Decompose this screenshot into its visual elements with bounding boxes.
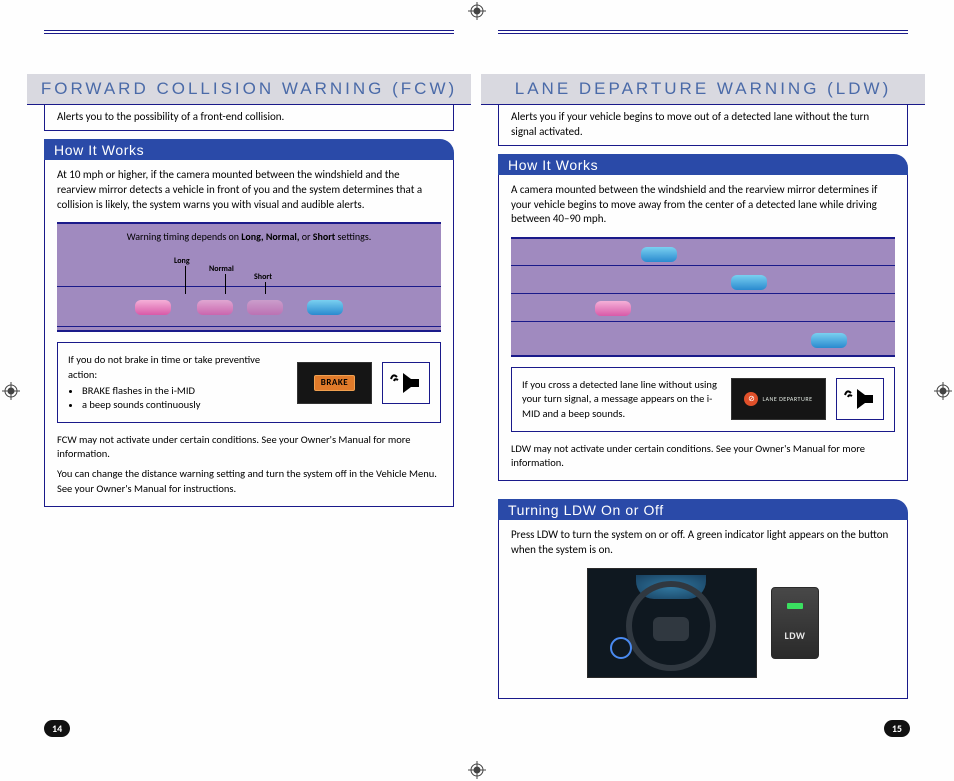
list-item: BRAKE flashes in the i-MID: [82, 384, 287, 398]
page-intro: Alerts you to the possibility of a front…: [45, 105, 453, 130]
timing-short-label: Short: [254, 272, 272, 283]
timing-tick: [265, 282, 266, 294]
car-icon: [731, 275, 767, 290]
alert-row: If you do not brake in time or take prev…: [57, 342, 441, 423]
top-rule: [44, 30, 454, 34]
alert-row: If you cross a detected lane line withou…: [511, 367, 895, 432]
lane-departure-icon: ⊘: [744, 392, 758, 406]
car-icon: [247, 300, 283, 315]
registration-mark-icon: [468, 761, 486, 779]
alert-text: If you do not brake in time or take prev…: [68, 353, 287, 412]
ldw-button: LDW: [771, 587, 819, 659]
note-text: FCW may not activate under certain condi…: [57, 433, 441, 461]
registration-mark-icon: [934, 382, 952, 400]
sound-icon: [382, 362, 430, 404]
car-icon: [595, 301, 631, 316]
dashboard-row: LDW: [511, 558, 895, 688]
list-item: a beep sounds continuously: [82, 398, 287, 412]
diagram-caption: Warning timing depends on Long, Normal, …: [57, 230, 441, 244]
dashboard-photo: [587, 568, 757, 678]
section-body: A camera mounted between the windshield …: [498, 175, 908, 481]
page-left: FORWARD COLLISION WARNING (FCW) Alerts y…: [44, 30, 454, 717]
timing-tick: [185, 266, 186, 294]
section-body: At 10 mph or higher, if the camera mount…: [44, 160, 454, 507]
page-right: LANE DEPARTURE WARNING (LDW) Alerts you …: [498, 30, 908, 717]
page-number: 15: [884, 720, 910, 737]
section-body: Press LDW to turn the system on or off. …: [498, 520, 908, 699]
ldw-diagram: [511, 237, 895, 357]
car-icon: [811, 333, 847, 348]
registration-mark-icon: [2, 382, 20, 400]
car-icon: [307, 300, 343, 315]
sound-icon: [836, 378, 884, 420]
note-text: You can change the distance warning sett…: [57, 467, 441, 495]
car-icon: [135, 300, 171, 315]
led-indicator-icon: [787, 603, 803, 609]
registration-mark-icon: [468, 2, 486, 20]
timing-tick: [225, 274, 226, 294]
lane-departure-display: ⊘ LANE DEPARTURE: [731, 378, 826, 420]
timing-normal-label: Normal: [209, 264, 234, 275]
page-title: LANE DEPARTURE WARNING (LDW): [481, 74, 925, 105]
page-title: FORWARD COLLISION WARNING (FCW): [27, 74, 471, 105]
fcw-diagram: Warning timing depends on Long, Normal, …: [57, 222, 441, 332]
section-text: Press LDW to turn the system on or off. …: [511, 528, 895, 558]
ldw-button-label: LDW: [785, 629, 806, 643]
note-text: LDW may not activate under certain condi…: [511, 442, 895, 470]
lane-departure-label: LANE DEPARTURE: [762, 395, 812, 403]
car-icon: [197, 300, 233, 315]
section-text: At 10 mph or higher, if the camera mount…: [57, 168, 441, 213]
section-header: How It Works: [498, 154, 908, 175]
section-header: How It Works: [44, 139, 454, 160]
section-header: Turning LDW On or Off: [498, 499, 908, 520]
callout-circle-icon: [610, 637, 632, 659]
page-intro: Alerts you if your vehicle begins to mov…: [499, 105, 907, 145]
title-box: FORWARD COLLISION WARNING (FCW) Alerts y…: [44, 74, 454, 131]
section-text: A camera mounted between the windshield …: [511, 183, 895, 228]
alert-text: If you cross a detected lane line withou…: [522, 378, 721, 421]
timing-long-label: Long: [174, 256, 190, 267]
brake-label: BRAKE: [314, 375, 355, 391]
brake-display: BRAKE: [297, 362, 372, 404]
page-number: 14: [44, 720, 70, 737]
top-rule: [498, 30, 908, 34]
car-icon: [641, 247, 677, 262]
title-box: LANE DEPARTURE WARNING (LDW) Alerts you …: [498, 74, 908, 146]
